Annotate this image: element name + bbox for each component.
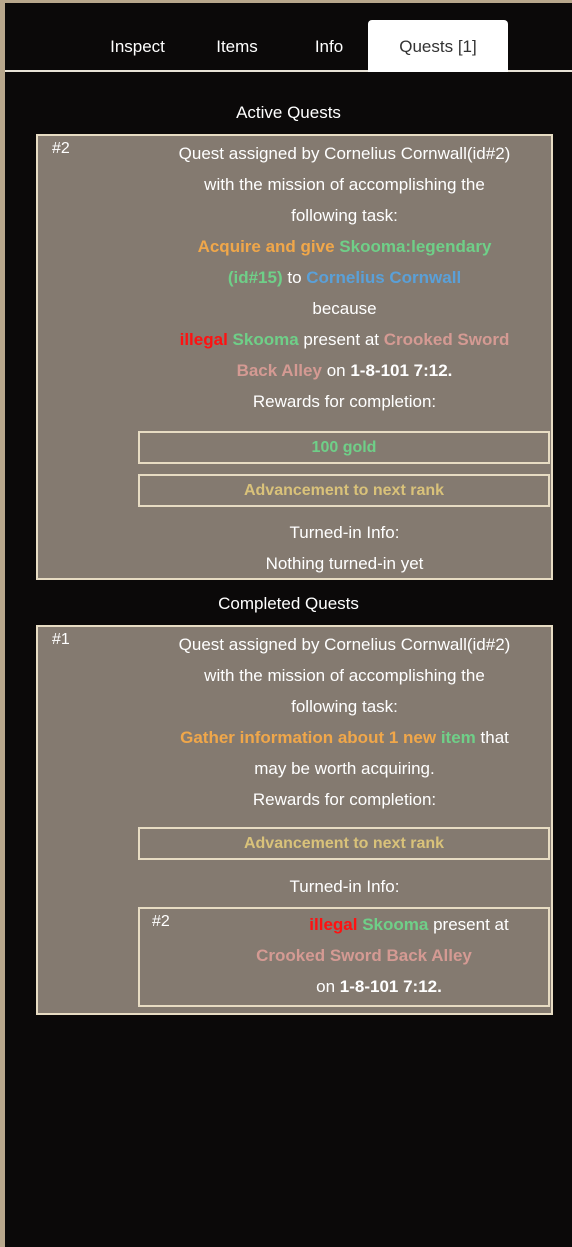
active-quests-heading: Active Quests: [236, 103, 341, 122]
turnin-on: on: [316, 977, 336, 996]
reason-item: Skooma: [232, 330, 299, 349]
turnin-date: 1-8-101 7:12.: [339, 977, 442, 996]
tab-info[interactable]: Info: [295, 22, 363, 72]
quest-task-line: Gather information about 1 new item that: [138, 722, 551, 753]
rewards-label: Rewards for completion:: [252, 392, 437, 411]
tab-bar: Inspect Items Info Quests [1]: [5, 0, 572, 72]
reason-status: illegal: [179, 330, 228, 349]
task-item-id: (id#15): [227, 268, 283, 287]
turnin-entry-text: illegal Skooma present at Crooked Sword …: [256, 909, 548, 1002]
task-verb: Acquire and give: [197, 237, 335, 256]
rewards-label: Rewards for completion:: [252, 790, 437, 809]
quest-task-tail: may be worth acquiring.: [254, 759, 435, 778]
reason-location-2: Back Alley: [236, 361, 322, 380]
task-item: item: [440, 728, 476, 747]
turnin-item: Skooma: [362, 915, 429, 934]
reward-rank-box: Advancement to next rank: [138, 474, 550, 507]
turnin-location: Crooked Sword Back Alley: [256, 946, 472, 965]
task-verb: Gather information about 1 new: [180, 728, 437, 747]
task-item: Skooma:legendary: [339, 237, 492, 256]
quest-reason-line: illegal Skooma present at Crooked Sword: [138, 324, 551, 355]
turnin-line-1: illegal Skooma present at: [270, 909, 548, 940]
task-that: that: [480, 728, 509, 747]
task-target: Cornelius Cornwall: [306, 268, 462, 287]
turnin-status: illegal: [309, 915, 358, 934]
completed-quests-heading: Completed Quests: [218, 594, 359, 613]
quest-task-intro: following task:: [291, 697, 398, 716]
quest-because: because: [312, 299, 377, 318]
quest-description: Quest assigned by Cornelius Cornwall(id#…: [138, 138, 551, 417]
turnin-entry: #2 illegal Skooma present at Crooked Swo…: [138, 907, 550, 1007]
reward-rank-box: Advancement to next rank: [138, 827, 550, 860]
quest-reason-line-2: Back Alley on 1-8-101 7:12.: [138, 355, 551, 386]
quest-assigned-line: Quest assigned by Cornelius Cornwall(id#…: [178, 635, 511, 654]
quest-task-line-2: (id#15) to Cornelius Cornwall: [138, 262, 551, 293]
reason-date: 1-8-101 7:12.: [350, 361, 453, 380]
quest-mission-line: with the mission of accomplishing the: [204, 175, 485, 194]
quest-task-line: Acquire and give Skooma:legendary: [138, 231, 551, 262]
tab-items[interactable]: Items: [197, 22, 277, 72]
turnin-line-3: on 1-8-101 7:12.: [210, 971, 548, 1002]
quest-mission-line: with the mission of accomplishing the: [204, 666, 485, 685]
turnin-present: present at: [433, 915, 509, 934]
tab-quests[interactable]: Quests [1]: [368, 20, 508, 72]
tab-inspect[interactable]: Inspect: [90, 22, 185, 72]
reason-on: on: [326, 361, 346, 380]
task-to: to: [287, 268, 302, 287]
turnin-label: Turned-in Info:: [289, 523, 400, 542]
quest-task-intro: following task:: [291, 206, 398, 225]
reason-present: present at: [303, 330, 380, 349]
reason-location: Crooked Sword: [383, 330, 510, 349]
quest-panel: Inspect Items Info Quests [1] Active Que…: [5, 0, 572, 1247]
quest-card-active: #2 Quest assigned by Cornelius Cornwall(…: [36, 134, 553, 580]
reward-gold-box: 100 gold: [138, 431, 550, 464]
turnin-label: Turned-in Info:: [289, 877, 400, 896]
quest-assigned-line: Quest assigned by Cornelius Cornwall(id#…: [178, 144, 511, 163]
quest-id: #1: [52, 631, 70, 648]
quest-description: Quest assigned by Cornelius Cornwall(id#…: [138, 629, 551, 815]
turnin-entry-id: #2: [152, 913, 170, 930]
quest-card-completed: #1 Quest assigned by Cornelius Cornwall(…: [36, 625, 553, 1015]
turnin-value: Nothing turned-in yet: [265, 554, 424, 573]
quest-id: #2: [52, 140, 70, 157]
